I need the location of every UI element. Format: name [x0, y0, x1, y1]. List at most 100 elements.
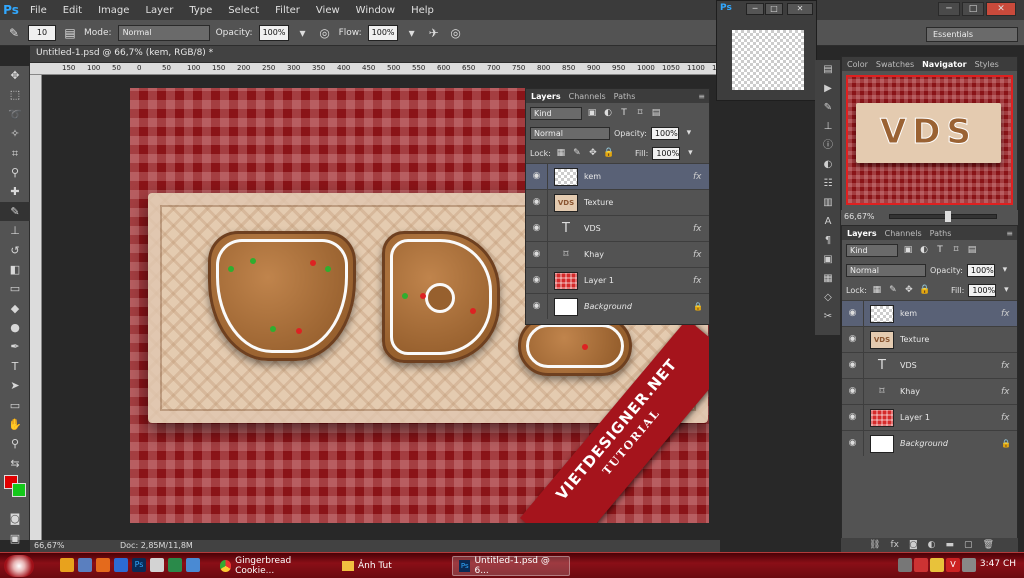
layer-row-kem[interactable]: ◉ kem fx — [526, 163, 709, 189]
visibility-eye-icon[interactable]: ◉ — [526, 164, 548, 189]
swap-colors-icon[interactable]: ⇆ — [0, 454, 30, 473]
opacity-dropdown-icon[interactable]: ▾ — [295, 25, 311, 41]
layer-opacity-field[interactable]: 100% — [650, 126, 679, 140]
tray-icon[interactable] — [914, 558, 928, 572]
taskbar-item-photoshop[interactable]: Ps Untitled-1.psd @ 6... — [452, 556, 570, 576]
quick-select-tool-icon[interactable]: ✧ — [0, 124, 30, 143]
histogram-icon[interactable]: ▥ — [815, 193, 841, 212]
brush-presets-icon[interactable]: ✎ — [815, 98, 841, 117]
lock-transparent-icon[interactable]: ▦ — [871, 284, 883, 296]
restore-button[interactable]: □ — [962, 2, 984, 16]
layer-row-layer1[interactable]: ◉ Layer 1 fx — [842, 404, 1017, 430]
paragraph-icon[interactable]: ¶ — [815, 231, 841, 250]
flow-dropdown-icon[interactable]: ▾ — [404, 25, 420, 41]
horizontal-ruler[interactable]: 150 100 50 0 50 100 150 200 250 300 350 400 450 500 55… — [30, 63, 730, 75]
marquee-tool-icon[interactable]: ⬚ — [0, 85, 30, 104]
vertical-ruler[interactable] — [30, 75, 42, 540]
visibility-eye-icon[interactable]: ◉ — [842, 353, 864, 378]
popup-restore-button[interactable]: □ — [765, 3, 783, 15]
menu-image[interactable]: Image — [90, 5, 137, 16]
dodge-tool-icon[interactable]: ● — [0, 318, 30, 337]
new-group-icon[interactable]: ▬ — [946, 540, 955, 550]
layer-row-vds[interactable]: ◉ T VDS fx — [842, 352, 1017, 378]
tab-color[interactable]: Color — [847, 60, 868, 69]
blend-mode-dropdown[interactable]: Normal — [530, 126, 610, 140]
fx-icon[interactable]: fx — [693, 224, 709, 234]
actions-icon[interactable]: ▶ — [815, 79, 841, 98]
layer-row-khay[interactable]: ◉ ⌑ Khay fx — [842, 378, 1017, 404]
photoshop-icon[interactable]: Ps — [132, 558, 146, 572]
menu-file[interactable]: File — [22, 5, 55, 16]
filter-shape-icon[interactable]: ⌑ — [634, 107, 646, 119]
tab-paths[interactable]: Paths — [930, 229, 952, 238]
start-button[interactable] — [4, 555, 34, 577]
menu-layer[interactable]: Layer — [137, 5, 181, 16]
tray-icon[interactable] — [930, 558, 944, 572]
fx-icon[interactable]: fx — [1001, 309, 1017, 319]
document-tab[interactable]: Untitled-1.psd @ 66,7% (kem, RGB/8) * — [30, 46, 720, 63]
crop-tool-icon[interactable]: ⌗ — [0, 144, 30, 163]
eraser-tool-icon[interactable]: ◧ — [0, 260, 30, 279]
stamp-tool-icon[interactable]: ⊥ — [0, 221, 30, 240]
info-icon[interactable]: ⓘ — [815, 136, 841, 155]
layer-row-kem[interactable]: ◉ kem fx — [842, 300, 1017, 326]
quicklaunch-icon[interactable] — [114, 558, 128, 572]
layer-opacity-field[interactable]: 100% — [966, 263, 995, 277]
add-style-icon[interactable]: fx — [890, 540, 899, 550]
brush-tool-icon[interactable]: ✎ — [0, 201, 30, 222]
layer-row-layer1[interactable]: ◉ Layer 1 fx — [526, 267, 709, 293]
zoom-slider-thumb[interactable] — [945, 211, 951, 222]
menu-window[interactable]: Window — [348, 5, 403, 16]
tab-navigator[interactable]: Navigator — [922, 60, 966, 69]
visibility-eye-icon[interactable]: ◉ — [842, 431, 864, 456]
visibility-eye-icon[interactable]: ◉ — [526, 216, 548, 241]
firefox-icon[interactable] — [96, 558, 110, 572]
background-color[interactable] — [12, 483, 26, 498]
lock-pixels-icon[interactable]: ✎ — [571, 147, 583, 159]
visibility-eye-icon[interactable]: ◉ — [842, 405, 864, 430]
filter-adjust-icon[interactable]: ◐ — [918, 244, 930, 256]
tab-styles[interactable]: Styles — [975, 60, 999, 69]
fill-dropdown-icon[interactable]: ▾ — [684, 147, 696, 159]
taskbar-item-chrome[interactable]: Gingerbread Cookie... — [214, 556, 332, 576]
close-button[interactable]: ✕ — [986, 2, 1016, 16]
opacity-dropdown-icon[interactable]: ▾ — [683, 127, 695, 139]
menu-help[interactable]: Help — [403, 5, 442, 16]
clone-source-icon[interactable]: ⊥ — [815, 117, 841, 136]
tab-layers[interactable]: Layers — [531, 92, 561, 101]
quicklaunch-icon[interactable] — [186, 558, 200, 572]
filter-smart-icon[interactable]: ▤ — [966, 244, 978, 256]
new-layer-icon[interactable]: ▢ — [964, 540, 973, 550]
quick-mask-icon[interactable]: ◙ — [0, 509, 30, 528]
blend-mode-dropdown[interactable]: Normal — [846, 263, 926, 277]
mode-dropdown[interactable]: Normal — [117, 24, 210, 41]
visibility-eye-icon[interactable]: ◉ — [842, 379, 864, 404]
menu-type[interactable]: Type — [181, 5, 220, 16]
layer-row-texture[interactable]: ◉ VDS Texture — [842, 326, 1017, 352]
pressure-size-icon[interactable]: ◎ — [448, 25, 464, 41]
menu-edit[interactable]: Edit — [55, 5, 90, 16]
filter-kind-dropdown[interactable]: Kind — [846, 243, 898, 257]
tray-icon[interactable]: V — [946, 558, 960, 572]
quicklaunch-icon[interactable] — [168, 558, 182, 572]
hand-tool-icon[interactable]: ✋ — [0, 415, 30, 434]
filter-type-icon[interactable]: T — [934, 244, 946, 256]
lasso-tool-icon[interactable]: ➰ — [0, 105, 30, 124]
layer-row-khay[interactable]: ◉ ⌑ Khay fx — [526, 241, 709, 267]
timeline-icon[interactable]: ✂ — [815, 307, 841, 326]
tab-paths[interactable]: Paths — [614, 92, 636, 101]
layer-row-background[interactable]: ◉ Background 🔒 — [526, 293, 709, 319]
eyedropper-tool-icon[interactable]: ⚲ — [0, 163, 30, 182]
pressure-opacity-icon[interactable]: ◎ — [317, 25, 333, 41]
3d-icon[interactable]: ◇ — [815, 288, 841, 307]
quicklaunch-icon[interactable] — [78, 558, 92, 572]
layer-row-background[interactable]: ◉ Background 🔒 — [842, 430, 1017, 456]
lock-all-icon[interactable]: 🔒 — [603, 147, 615, 159]
panel-menu-icon[interactable]: ≡ — [698, 92, 705, 101]
layer-comps-icon[interactable]: ▦ — [815, 269, 841, 288]
tool-presets-icon[interactable]: ▣ — [815, 250, 841, 269]
fx-icon[interactable]: fx — [693, 250, 709, 260]
opacity-field[interactable]: 100% — [258, 24, 289, 41]
document-size[interactable]: Doc: 2,85M/11,8M — [120, 541, 193, 550]
layer-row-vds[interactable]: ◉ T VDS fx — [526, 215, 709, 241]
